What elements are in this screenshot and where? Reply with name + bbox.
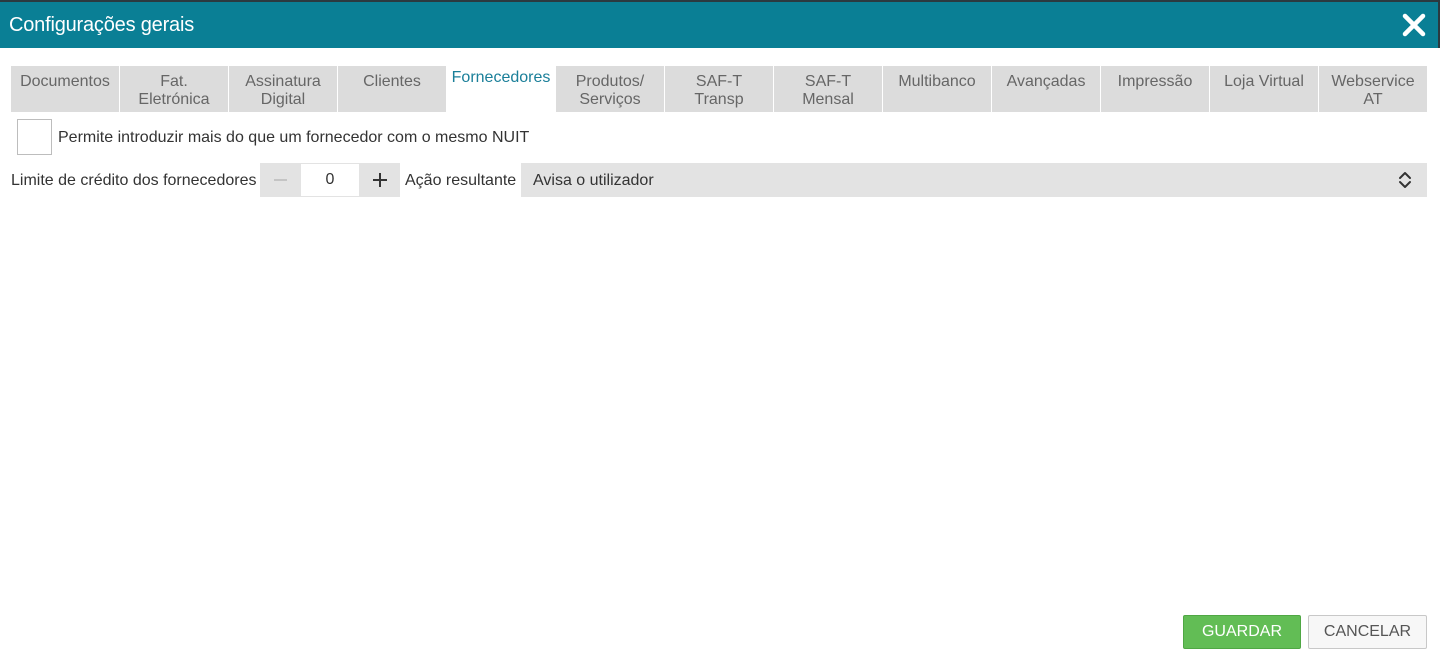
tab-label: Fornecedores <box>451 69 551 86</box>
tab-fornecedores[interactable]: Fornecedores <box>447 62 555 112</box>
duplicate-nuit-checkbox[interactable] <box>17 119 52 155</box>
tab-label: Avançadas <box>1006 73 1086 90</box>
tab-label-line2: Serviços <box>579 91 641 108</box>
tab-label: Documentos <box>20 73 110 90</box>
tab-label-line2: Digital <box>260 91 306 108</box>
tab-label: Assinatura <box>245 73 321 90</box>
tab-assinatura-digital[interactable]: Assinatura Digital <box>229 66 337 112</box>
tab-saft-mensal[interactable]: SAF-T Mensal <box>774 66 882 112</box>
tab-loja-virtual[interactable]: Loja Virtual <box>1210 66 1318 112</box>
save-button[interactable]: GUARDAR <box>1183 615 1301 649</box>
tab-label-line2: Transp <box>694 91 744 108</box>
tab-impressao[interactable]: Impressão <box>1101 66 1209 112</box>
tab-fat-eletronica[interactable]: Fat. Eletrónica <box>120 66 228 112</box>
dialog-title: Configurações gerais <box>9 14 194 36</box>
up-down-chevron-icon <box>1397 169 1413 191</box>
duplicate-nuit-label: Permite introduzir mais do que um fornec… <box>58 129 530 146</box>
tab-label-line2: AT <box>1363 91 1383 108</box>
tab-label: Webservice <box>1331 73 1415 90</box>
credit-limit-decrement-button[interactable] <box>260 163 300 197</box>
tab-label: Fat. <box>160 73 188 90</box>
tab-clientes[interactable]: Clientes <box>338 66 446 112</box>
tab-label: Impressão <box>1117 73 1193 90</box>
tab-label: Loja Virtual <box>1224 73 1304 90</box>
credit-limit-input[interactable] <box>300 163 360 197</box>
tab-produtos-servicos[interactable]: Produtos/ Serviços <box>556 66 664 112</box>
close-icon <box>1402 13 1426 37</box>
close-button[interactable] <box>1400 11 1428 39</box>
resulting-action-value: Avisa o utilizador <box>533 172 654 189</box>
tab-label: Produtos/ <box>575 73 645 90</box>
credit-limit-increment-button[interactable] <box>360 163 400 197</box>
settings-tabs: Documentos Fat. Eletrónica Assinatura Di… <box>11 62 1427 112</box>
tab-label-line2: Mensal <box>802 91 854 108</box>
tab-multibanco[interactable]: Multibanco <box>883 66 991 112</box>
tab-label: Multibanco <box>898 73 976 90</box>
tab-webservice-at[interactable]: Webservice AT <box>1319 66 1427 112</box>
tab-label: SAF-T <box>695 73 743 90</box>
cancel-button[interactable]: CANCELAR <box>1308 615 1427 649</box>
tab-label: SAF-T <box>804 73 852 90</box>
tab-label-line2: Eletrónica <box>138 91 210 108</box>
resulting-action-select[interactable]: Avisa o utilizador <box>521 163 1427 197</box>
resulting-action-label: Ação resultante <box>405 172 517 189</box>
dialog-titlebar: Configurações gerais <box>0 2 1440 48</box>
tab-documentos[interactable]: Documentos <box>11 66 119 112</box>
tab-label: Clientes <box>363 73 421 90</box>
tab-saft-transp[interactable]: SAF-T Transp <box>665 66 773 112</box>
tab-avancadas[interactable]: Avançadas <box>992 66 1100 112</box>
credit-limit-label: Limite de crédito dos fornecedores <box>11 172 257 189</box>
